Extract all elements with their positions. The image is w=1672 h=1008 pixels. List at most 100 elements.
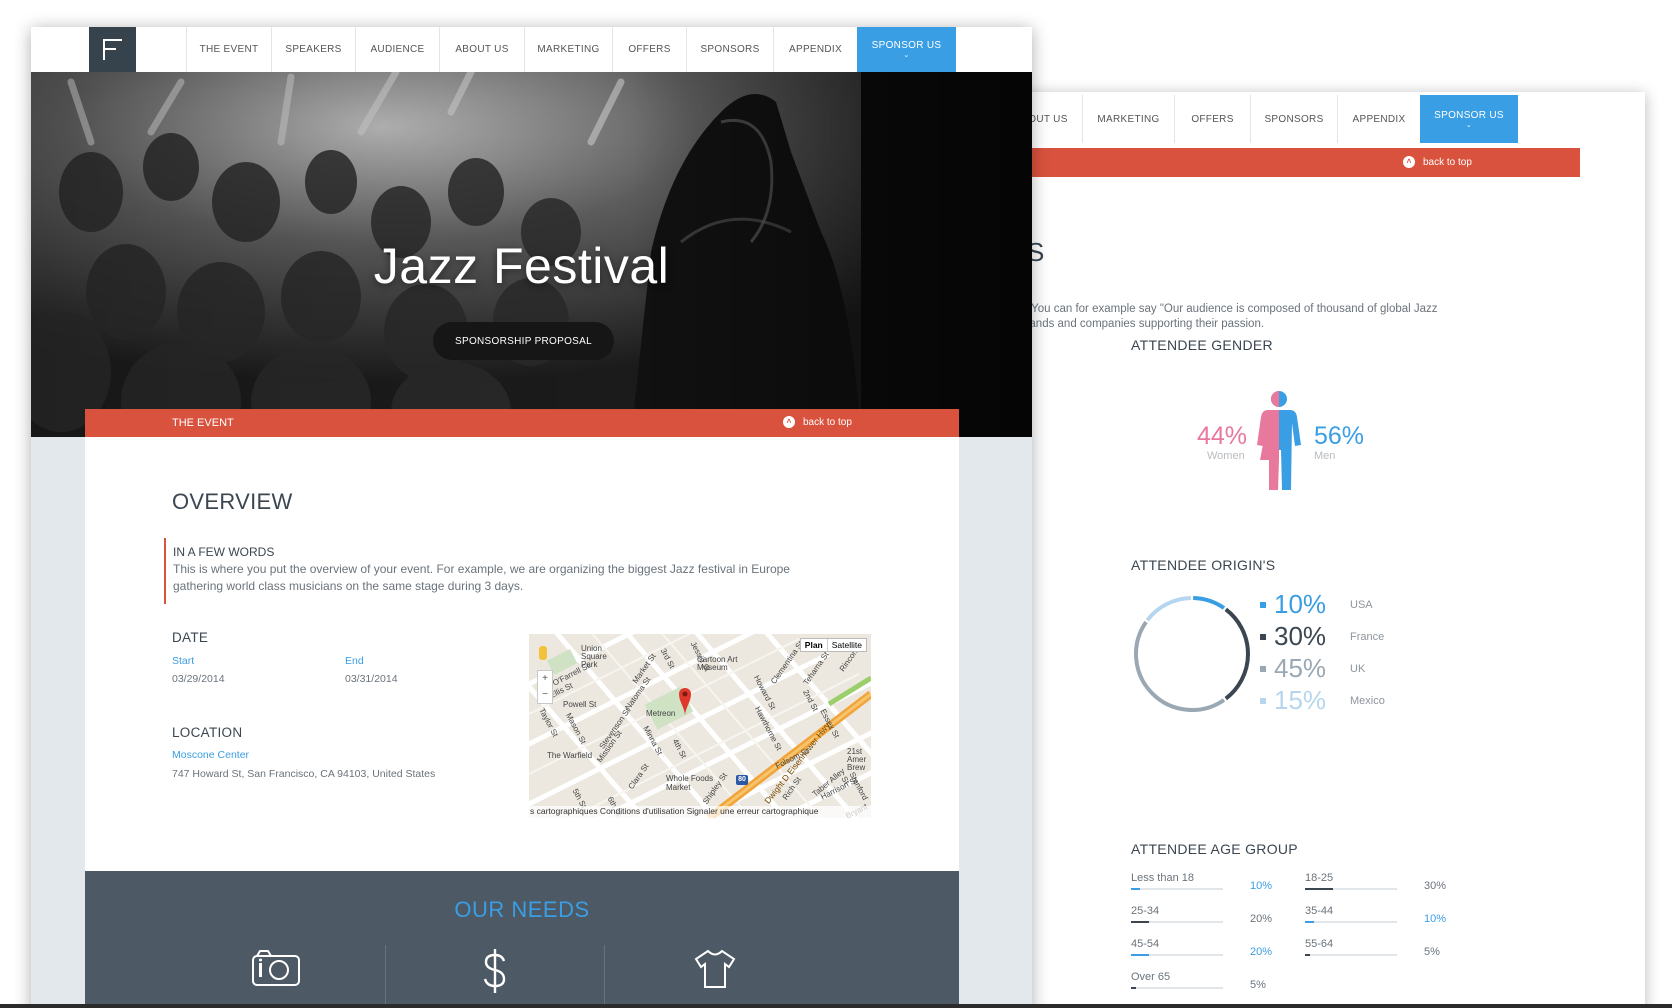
back-nav-sponsor-us[interactable]: SPONSOR US ⌄ <box>1420 95 1518 143</box>
age-label: 45-54 <box>1131 938 1160 950</box>
origin-percentage: 30% <box>1274 621 1327 651</box>
nav-speakers[interactable]: SPEAKERS <box>271 27 355 72</box>
logo-mark <box>103 48 116 50</box>
zoom-in-icon[interactable]: + <box>538 671 552 687</box>
nav-offers[interactable]: OFFERS <box>612 27 686 72</box>
map-label: 21st Amer Brew <box>847 747 867 772</box>
few-words-heading: IN A FEW WORDS <box>173 545 275 559</box>
nav-appendix[interactable]: APPENDIX <box>773 27 857 72</box>
highway-shield: 80 <box>738 776 746 783</box>
logo[interactable] <box>89 27 136 72</box>
nav-label: OFFERS <box>628 44 671 55</box>
nav-label: MARKETING <box>537 44 600 55</box>
age-label: Over 65 <box>1131 971 1171 983</box>
nav-label: APPENDIX <box>789 44 842 55</box>
intro-line: ence. You can for example say "Our audie… <box>1000 303 1438 315</box>
back-section-bar: ˄ back to top <box>1000 148 1580 177</box>
age-title: ATTENDEE AGE GROUP <box>1131 841 1298 857</box>
nav-audience[interactable]: AUDIENCE <box>355 27 439 72</box>
nav-the-event[interactable]: THE EVENT <box>186 27 271 72</box>
map-satellite-button[interactable]: Satellite <box>828 639 866 651</box>
demographics-intro: ence. You can for example say "Our audie… <box>1000 302 1470 332</box>
map-zoom-control[interactable]: + − <box>537 670 553 704</box>
back-nav-marketing[interactable]: MARKETING <box>1082 95 1174 143</box>
needs-section: OUR NEEDS <box>85 871 959 1008</box>
origin-country: UK <box>1350 662 1366 675</box>
age-percentage: 20% <box>1250 946 1273 958</box>
age-label: 55-64 <box>1305 938 1334 950</box>
end-label: End <box>345 655 364 667</box>
age-bar <box>1131 921 1150 923</box>
date-heading: DATE <box>172 630 209 645</box>
nav-label: ABOUT US <box>455 44 509 55</box>
men-percentage: 56% <box>1314 422 1365 450</box>
map-label: Powell St <box>563 700 597 709</box>
legend-square <box>1260 697 1266 704</box>
women-label: Women <box>1207 450 1245 462</box>
back-to-top-link[interactable]: ˄ back to top <box>1403 156 1472 168</box>
dollar-icon <box>483 949 506 993</box>
age-label: 18-25 <box>1305 872 1334 884</box>
event-section-bar: THE EVENT ˄ back to top <box>85 409 959 437</box>
back-to-top-label: back to top <box>1423 156 1472 168</box>
origin-percentage: 15% <box>1274 685 1327 715</box>
origin-country: USA <box>1350 598 1373 611</box>
map-attribution[interactable]: s cartographiques Conditions d'utilisati… <box>529 806 871 818</box>
age-percentage: 5% <box>1250 979 1266 991</box>
intro-line: the brands and companies supporting thei… <box>1000 318 1265 330</box>
back-nav-offers[interactable]: OFFERS <box>1174 95 1250 143</box>
map-label: Metreon <box>646 709 676 718</box>
start-label: Start <box>172 655 195 667</box>
women-head-half <box>1271 391 1279 407</box>
back-nav-appendix[interactable]: APPENDIX <box>1337 95 1420 143</box>
age-track <box>1131 888 1223 890</box>
location-map[interactable]: Union Square Park Cartoon Art Museum O'F… <box>529 634 871 818</box>
nav-marketing[interactable]: MARKETING <box>524 27 612 72</box>
age-bar <box>1305 921 1315 923</box>
nav-label: AUDIENCE <box>370 44 425 55</box>
age-track <box>1305 921 1397 923</box>
venue-link[interactable]: Moscone Center <box>172 749 249 761</box>
map-plan-button[interactable]: Plan <box>801 639 828 651</box>
age-percentage: 10% <box>1424 913 1447 925</box>
few-words-text: This is where you put the overview of yo… <box>173 562 790 593</box>
age-item: 18-25 30% <box>1305 872 1446 892</box>
age-label: Less than 18 <box>1131 872 1194 884</box>
origin-row-france: 30% France <box>1260 621 1384 652</box>
age-track <box>1131 921 1223 923</box>
needs-heading: OUR NEEDS <box>454 897 590 922</box>
logo-mark <box>103 39 122 41</box>
front-page: THE EVENT SPEAKERS AUDIENCE ABOUT US MAR… <box>31 27 1032 1008</box>
age-track <box>1305 888 1397 890</box>
nav-sponsors[interactable]: SPONSORS <box>686 27 773 72</box>
sponsorship-proposal-button[interactable]: SPONSORSHIP PROPOSAL <box>433 322 614 360</box>
nav-label: SPONSORS <box>700 44 760 55</box>
origin-row-uk: 45% UK <box>1260 653 1365 684</box>
event-content: OVERVIEW IN A FEW WORDS This is where yo… <box>85 437 959 871</box>
front-nav: THE EVENT SPEAKERS AUDIENCE ABOUT US MAR… <box>31 27 1032 72</box>
men-label: Men <box>1314 450 1336 462</box>
back-nav-label: MARKETING <box>1097 113 1160 125</box>
quote-accent-bar <box>164 538 166 604</box>
age-percentage: 5% <box>1424 946 1440 958</box>
age-percentage: 10% <box>1250 880 1273 892</box>
age-item: Over 65 5% <box>1131 971 1266 991</box>
nav-about-us[interactable]: ABOUT US <box>439 27 524 72</box>
age-item: 25-34 20% <box>1131 905 1272 925</box>
women-silhouette-icon <box>1257 410 1279 490</box>
age-item: Less than 18 10% <box>1131 872 1272 892</box>
back-to-top-label: back to top <box>803 416 852 428</box>
age-label: 35-44 <box>1305 905 1334 917</box>
zoom-out-icon[interactable]: − <box>538 687 552 703</box>
age-item: 45-54 20% <box>1131 938 1272 958</box>
mockup-stage: ABOUT US MARKETING OFFERS SPONSORS APPEN… <box>0 0 1672 1008</box>
back-nav-label: APPENDIX <box>1352 113 1406 125</box>
bottom-edge <box>0 1004 1672 1008</box>
chevron-down-icon: ⌄ <box>1465 121 1473 129</box>
nav-sponsor-us[interactable]: SPONSOR US ⌄ <box>857 27 956 72</box>
back-nav-sponsors[interactable]: SPONSORS <box>1250 95 1337 143</box>
end-date: 03/31/2014 <box>345 673 398 685</box>
camera-icon <box>252 950 300 986</box>
back-to-top-link[interactable]: ˄ back to top <box>783 416 852 428</box>
age-percentage: 30% <box>1424 880 1447 892</box>
